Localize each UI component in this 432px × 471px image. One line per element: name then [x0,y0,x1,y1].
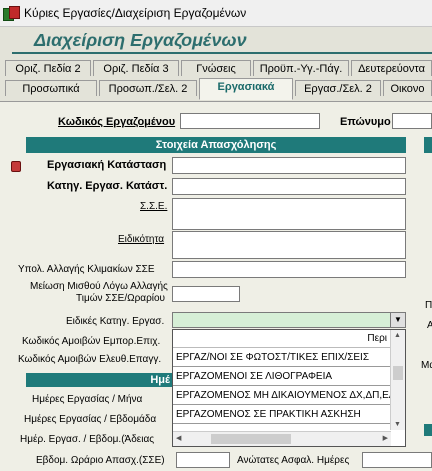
special-category-list[interactable]: Περι ΕΡΓΑΖ/ΝΟΙ ΣΕ ΦΩΤΟΣΤ/ΤΙΚΕΣ ΕΠΙΧ/ΣΕΙΣ… [172,329,406,447]
weekly-hours-input[interactable] [176,452,230,468]
special-category-select[interactable]: ▼ [172,312,406,328]
app-icon [3,6,20,21]
page-title: Διαχείριση Εργαζομένων [34,30,247,50]
scroll-thumb[interactable] [393,366,403,380]
right-partial-label-1: Π [425,300,432,311]
calc-change-input[interactable] [172,261,406,278]
list-item[interactable]: ΕΡΓΑΖ/ΝΟΙ ΣΕ ΦΩΤΟΣΤ/ΤΙΚΕΣ ΕΠΙΧ/ΣΕΙΣ [173,349,391,367]
category-status-label: Κατηγ. Εργασ. Κατάστ. [47,180,168,192]
hscroll-thumb[interactable] [211,434,291,444]
sse-input[interactable] [172,198,406,230]
days-leave-label: Ημέρ. Εργασ. / Εβδομ.(Άδειας [20,434,155,445]
tab-employment-page-2[interactable]: Εργασ./Σελ. 2 [295,80,381,96]
surname-input[interactable] [392,113,432,129]
list-horizontal-scrollbar[interactable]: ◀ ▶ [173,431,391,446]
tab-custom-fields-2[interactable]: Οριζ. Πεδία 2 [5,60,91,76]
specialty-input[interactable] [172,231,406,259]
max-insurance-label: Ανώτατες Ασφαλ. Ημέρες [237,455,350,466]
pay-code-free-label: Κωδικός Αμοιβών Ελευθ.Επαγγ. [18,354,162,365]
sse-label[interactable]: Σ.Σ.Ε. [140,201,167,212]
tab-personal-page-2[interactable]: Προσωπ./Σελ. 2 [99,80,197,96]
days-month-label: Ημέρες Εργασίας / Μήνα [32,394,143,405]
page-header: Διαχείριση Εργαζομένων [0,27,432,57]
right-partial-label-3: Μα [421,360,432,371]
lock-icon [11,161,21,172]
specialty-label[interactable]: Ειδικότητα [118,234,164,245]
tab-employment[interactable]: Εργασιακά [199,78,293,100]
category-status-input[interactable] [172,178,406,195]
list-item[interactable]: ΕΡΓΑΖΟΜΕΝΟΣ ΣΕ ΠΡΑΚΤΙΚΗ ΑΣΚΗΣΗ [173,406,391,424]
list-vertical-scrollbar[interactable]: ▲ ▼ [390,330,405,430]
scroll-down-icon[interactable]: ▼ [394,421,401,428]
list-item[interactable]: ΕΡΓΑΖΟΜΕΝΟΙ ΣΕ ΛΙΘΟΓΡΑΦΕΙΑ [173,368,391,386]
window-titlebar: Κύριες Εργασίες/Διαχείριση Εργαζομένων [0,0,432,27]
scroll-right-icon[interactable]: ▶ [383,434,388,442]
scroll-left-icon[interactable]: ◀ [176,434,181,442]
calc-change-label: Υπολ. Αλλαγής Κλιμακίων ΣΣΕ [18,264,155,275]
section-days-partial: Ημέ [26,373,172,387]
list-item[interactable]: ΕΡΓΑΖΟΜΕΝΟΣ ΜΗ ΔΙΚΑΙΟΥΜΕΝΟΣ ΔΧ,ΔΠ,ΕΑ [173,387,391,405]
surname-label: Επώνυμο [340,116,391,128]
work-status-label: Εργασιακή Κατάσταση [47,159,167,171]
reduction-input[interactable] [172,286,240,302]
window-title: Κύριες Εργασίες/Διαχείριση Εργαζομένων [24,6,247,20]
emp-code-label: Κωδικός Εργαζομένου [58,116,176,128]
reduction-label-line2: Τιμών ΣΣΕ/Ωραρίου [76,293,166,304]
tab-custom-fields-3[interactable]: Οριζ. Πεδία 3 [93,60,179,76]
tab-prerequisites[interactable]: Προϋπ.-Υγ.-Πάγ. [253,60,349,76]
work-status-input[interactable] [172,157,406,174]
chevron-down-icon[interactable]: ▼ [390,313,405,327]
right-partial-label-2: Α [427,320,432,331]
tab-skills[interactable]: Γνώσεις [181,60,251,76]
header-underline [12,52,432,54]
days-week-label: Ημέρες Εργασίας / Εβδομάδα [24,414,157,425]
scroll-up-icon[interactable]: ▲ [394,332,401,339]
list-header: Περι [173,330,391,348]
tab-personal[interactable]: Προσωπικά [5,80,97,96]
right-section-header-partial [424,137,432,153]
section-employment-details: Στοιχεία Απασχόλησης [26,137,406,153]
pay-code-commercial-label: Κωδικός Αμοιβών Εμπορ.Επιχ. [22,336,161,347]
tab-secondary[interactable]: Δευτερεύοντα [351,60,432,76]
reduction-label-line1: Μείωση Μισθού Λόγω Αλλαγής [30,281,168,292]
right-section-partial-2 [424,424,432,436]
max-insurance-input[interactable] [362,452,432,468]
tab-financial[interactable]: Οικονο [383,80,432,96]
emp-code-input[interactable] [180,113,320,129]
weekly-hours-label: Εβδομ. Ωράριο Απασχ.(ΣΣΕ) [36,455,165,466]
special-category-label: Ειδικές Κατηγ. Εργασ. [66,316,165,327]
